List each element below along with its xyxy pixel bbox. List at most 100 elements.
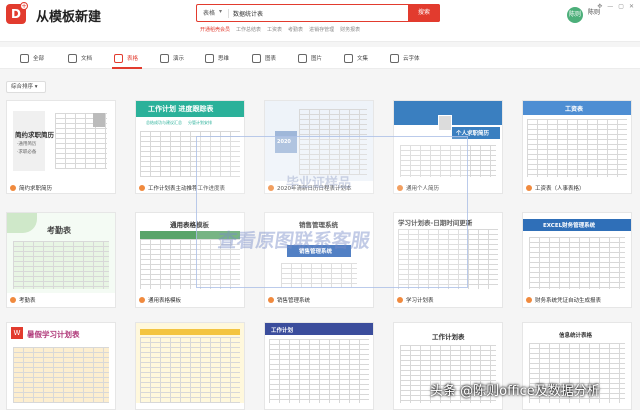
tab-label: 图表 — [265, 56, 277, 62]
hot-link[interactable]: 工资表 — [267, 26, 282, 33]
thumb-grid — [13, 241, 109, 289]
thumb-text: 分管计划安排 — [188, 120, 212, 125]
template-thumbnail: 工作计划 — [265, 323, 373, 403]
card-title-text: 通用表格模板 — [148, 298, 182, 304]
card-title: 工资表（人事表格） — [526, 183, 585, 193]
search-input[interactable] — [233, 7, 403, 19]
avatar[interactable]: 陈则 — [567, 7, 583, 23]
premium-badge-icon — [10, 185, 16, 191]
search-divider — [228, 9, 229, 18]
hot-search-links: 开通稻壳会员 工作总结表 工资表 考勤表 进销存管理 财务报表 — [200, 26, 360, 33]
thumb-text: ·通用简历 — [17, 142, 37, 147]
leaf-decoration-icon — [7, 213, 37, 233]
watermark-frame — [196, 136, 468, 288]
template-card[interactable]: 工作计划 — [264, 322, 374, 410]
template-card[interactable]: 简约求职简历 ·通用简历 ·求职必备 简约求职简历 — [6, 100, 116, 194]
tab-collections[interactable]: 文集 — [344, 51, 368, 65]
minimize-icon[interactable]: — — [607, 3, 613, 10]
collection-icon — [344, 53, 353, 63]
new-badge-icon: + — [20, 2, 28, 10]
spreadsheet-icon — [114, 53, 123, 63]
card-title-text: 简约求职简历 — [19, 186, 53, 192]
premium-badge-icon — [526, 185, 532, 191]
template-thumbnail: EXCEL财务管理系统 — [523, 213, 631, 293]
template-thumbnail: W 暑假学习计划表 — [7, 323, 115, 403]
tab-docs[interactable]: 文档 — [68, 51, 92, 65]
hot-link[interactable]: 工作总结表 — [236, 26, 261, 33]
premium-badge-icon — [268, 297, 274, 303]
font-icon — [390, 53, 399, 63]
thumb-title: 工作计划表 — [432, 333, 465, 341]
tab-label: 演示 — [173, 56, 185, 62]
photo-placeholder-icon — [438, 115, 452, 131]
hot-link[interactable]: 考勤表 — [288, 26, 303, 33]
tab-label: 云字体 — [403, 56, 420, 62]
search-category-select[interactable]: 表格 — [203, 8, 215, 17]
thumb-header — [140, 329, 240, 335]
pin-icon[interactable]: ✥ — [597, 3, 602, 10]
thumb-grid — [13, 347, 109, 403]
tab-images[interactable]: 图片 — [298, 51, 322, 65]
photo-placeholder-icon — [93, 113, 105, 127]
grid-icon — [20, 53, 29, 63]
premium-badge-icon — [397, 297, 403, 303]
thumb-text: ·求职必备 — [17, 150, 37, 155]
presentation-icon — [160, 53, 169, 63]
thumb-grid — [529, 237, 625, 289]
close-icon[interactable]: ✕ — [629, 3, 634, 10]
thumb-grid — [269, 339, 369, 403]
premium-badge-icon — [10, 297, 16, 303]
maximize-icon[interactable]: ▢ — [618, 3, 624, 10]
tab-all[interactable]: 全部 — [20, 51, 44, 65]
tab-charts[interactable]: 图表 — [252, 51, 276, 65]
top-bar: D + 从模板新建 表格 ▾ 搜索 开通稻壳会员 工作总结表 工资表 考勤表 进… — [0, 0, 640, 42]
card-title: 财务系统凭证自动生成报表 — [526, 295, 601, 305]
thumb-text: 总结成功与建议汇总 — [146, 120, 182, 125]
tab-mindmap[interactable]: 思维 — [205, 51, 229, 65]
card-title: 学习计划表 — [397, 295, 434, 305]
thumb-title: 工作计划 进度跟踪表 — [148, 105, 214, 113]
hot-link[interactable]: 进销存管理 — [309, 26, 334, 33]
tab-label: 图片 — [311, 56, 323, 62]
premium-badge-icon — [526, 297, 532, 303]
tab-sheets[interactable]: 表格 — [114, 51, 138, 65]
thumb-title: 信息统计表格 — [559, 333, 593, 339]
wps-logo-icon: W — [11, 327, 23, 339]
chevron-down-icon[interactable]: ▾ — [219, 8, 222, 15]
thumb-title: 暑假学习计划表 — [27, 330, 80, 339]
tab-slides[interactable]: 演示 — [160, 51, 184, 65]
template-card[interactable]: 工资表 工资表（人事表格） — [522, 100, 632, 194]
sort-dropdown[interactable]: 综合排序 ▾ — [6, 81, 46, 93]
card-title: 考勤表 — [10, 295, 36, 305]
watermark-center: 查看原图联系客服 — [216, 230, 372, 252]
hot-link-member[interactable]: 开通稻壳会员 — [200, 26, 230, 33]
tab-label: 文档 — [81, 56, 93, 62]
thumb-title: 工作计划 — [271, 328, 294, 334]
template-card[interactable]: 考勤表 考勤表 — [6, 212, 116, 308]
mindmap-icon — [205, 53, 214, 63]
hot-link[interactable]: 财务报表 — [340, 26, 360, 33]
template-card[interactable] — [135, 322, 245, 410]
card-title-text: 销售管理系统 — [277, 298, 311, 304]
footer-watermark: 头条 @陈则office及数据分析 — [430, 384, 600, 399]
category-tabs: 全部 文档 表格 演示 思维 图表 图片 文集 云字体 — [0, 47, 640, 69]
search-bar: 表格 ▾ 搜索 — [196, 4, 440, 22]
template-card[interactable]: W 暑假学习计划表 — [6, 322, 116, 410]
tab-label: 表格 — [127, 56, 139, 62]
search-button[interactable]: 搜索 — [408, 4, 440, 22]
active-tab-indicator — [112, 67, 142, 69]
document-icon — [68, 53, 77, 63]
image-icon — [298, 53, 307, 63]
template-thumbnail — [136, 323, 244, 403]
thumb-title: 简约求职简历 — [15, 131, 54, 139]
template-thumbnail: 简约求职简历 ·通用简历 ·求职必备 — [7, 101, 115, 181]
card-title-text: 财务系统凭证自动生成报表 — [535, 298, 602, 304]
premium-badge-icon — [139, 297, 145, 303]
card-title: 通用表格模板 — [139, 295, 181, 305]
card-title: 简约求职简历 — [10, 183, 52, 193]
tab-fonts[interactable]: 云字体 — [390, 51, 420, 65]
tab-label: 文集 — [357, 56, 369, 62]
watermark-top: 毕业证样品 — [286, 176, 352, 191]
template-card[interactable]: EXCEL财务管理系统 财务系统凭证自动生成报表 — [522, 212, 632, 308]
card-title-text: 工资表（人事表格） — [535, 186, 585, 192]
